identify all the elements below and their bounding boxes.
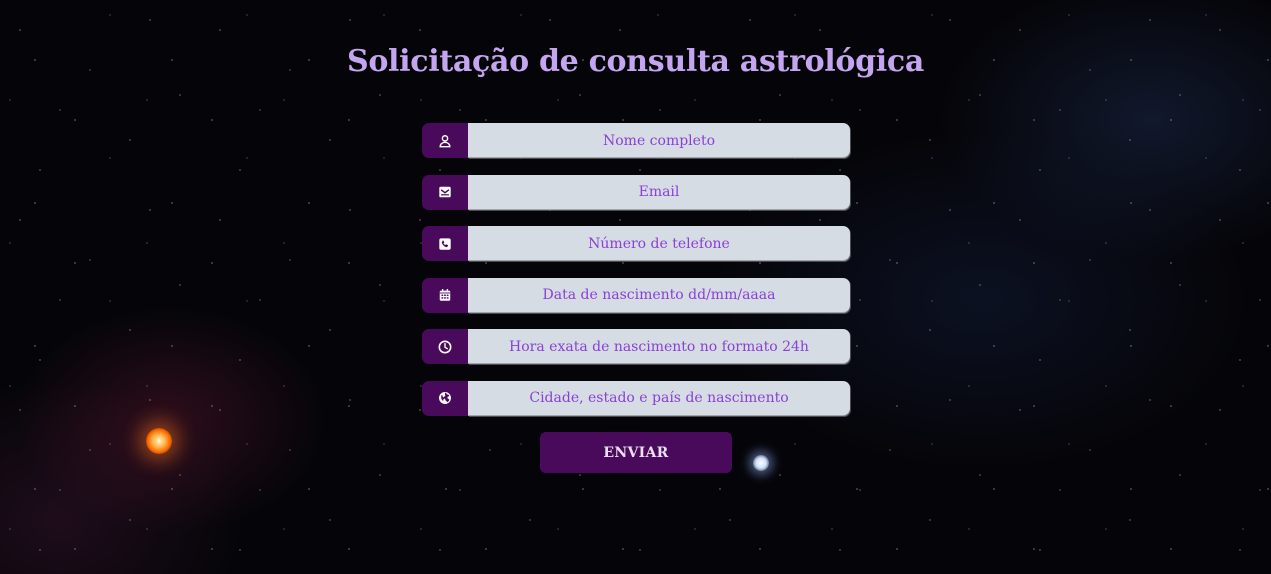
submit-button[interactable]: ENVIAR xyxy=(540,432,732,473)
field-email xyxy=(422,174,850,210)
full-name-input[interactable] xyxy=(468,123,850,158)
phone-input[interactable] xyxy=(468,226,850,261)
orange-star-glow xyxy=(146,428,172,454)
birth-place-input[interactable] xyxy=(468,380,850,416)
field-phone xyxy=(422,226,850,261)
field-birth-place xyxy=(422,380,850,416)
consultation-form xyxy=(422,123,850,432)
phone-icon xyxy=(422,226,468,261)
clock-icon xyxy=(422,329,468,364)
field-birth-date xyxy=(422,277,850,313)
blue-star-glow xyxy=(753,455,769,471)
email-input[interactable] xyxy=(468,174,850,210)
birth-time-input[interactable] xyxy=(468,329,850,364)
user-icon xyxy=(422,123,468,158)
birth-date-input[interactable] xyxy=(468,277,850,313)
page-title: Solicitação de consulta astrológica xyxy=(346,44,924,79)
field-birth-time xyxy=(422,329,850,364)
globe-icon xyxy=(422,380,468,416)
field-full-name xyxy=(422,123,850,158)
envelope-icon xyxy=(422,174,468,210)
calendar-icon xyxy=(422,277,468,313)
